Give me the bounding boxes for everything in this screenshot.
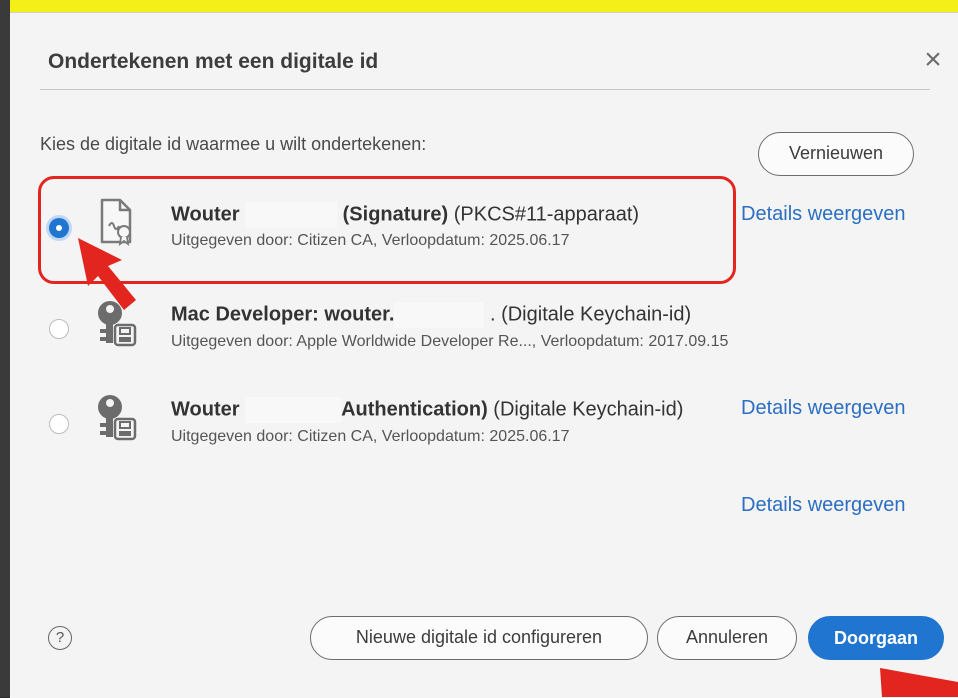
- details-link[interactable]: Details weergeven: [741, 397, 906, 420]
- window-left-edge: [0, 0, 10, 697]
- redacted-text: [394, 302, 485, 328]
- cancel-button[interactable]: Annuleren: [657, 616, 797, 660]
- digital-id-row[interactable]: Mac Developer: wouter. . (Digitale Keych…: [40, 293, 940, 363]
- help-icon[interactable]: ?: [48, 626, 72, 650]
- refresh-button[interactable]: Vernieuwen: [758, 132, 914, 176]
- keychain-key-icon: [98, 395, 137, 441]
- details-link[interactable]: Details weergeven: [741, 203, 906, 226]
- annotation-arrow-icon: [880, 668, 958, 697]
- continue-button[interactable]: Doorgaan: [808, 616, 944, 660]
- id-name-rest: Authentication): [341, 398, 488, 421]
- id-radio[interactable]: [49, 319, 69, 339]
- header-divider: [40, 89, 930, 90]
- window-top-strip: [0, 0, 958, 12]
- id-type: (Digitale Keychain-id): [493, 398, 684, 421]
- id-name: Wouter Authentication) (Digitale Keychai…: [171, 397, 683, 423]
- id-type: . (Digitale Keychain-id): [489, 303, 692, 326]
- annotation-arrow-icon: [78, 238, 136, 310]
- id-name-first: Mac Developer: wouter.: [171, 303, 395, 326]
- id-radio[interactable]: [49, 414, 69, 434]
- redacted-text: [245, 397, 342, 423]
- configure-new-id-button[interactable]: Nieuwe digitale id configureren: [310, 616, 648, 660]
- id-name-first: Wouter: [171, 398, 240, 421]
- dialog-title: Ondertekenen met een digitale id: [48, 50, 379, 73]
- close-icon[interactable]: ×: [918, 45, 948, 75]
- details-link[interactable]: Details weergeven: [741, 494, 906, 517]
- id-issuer: Uitgegeven door: Citizen CA, Verloopdatu…: [171, 428, 570, 445]
- id-name: Mac Developer: wouter. . (Digitale Keych…: [171, 302, 691, 328]
- id-issuer: Uitgegeven door: Apple Worldwide Develop…: [171, 333, 729, 350]
- selection-highlight-box: [38, 176, 736, 284]
- choose-id-prompt: Kies de digitale id waarmee u wilt onder…: [40, 134, 427, 154]
- sign-digital-id-dialog: Ondertekenen met een digitale id × Kies …: [10, 12, 958, 698]
